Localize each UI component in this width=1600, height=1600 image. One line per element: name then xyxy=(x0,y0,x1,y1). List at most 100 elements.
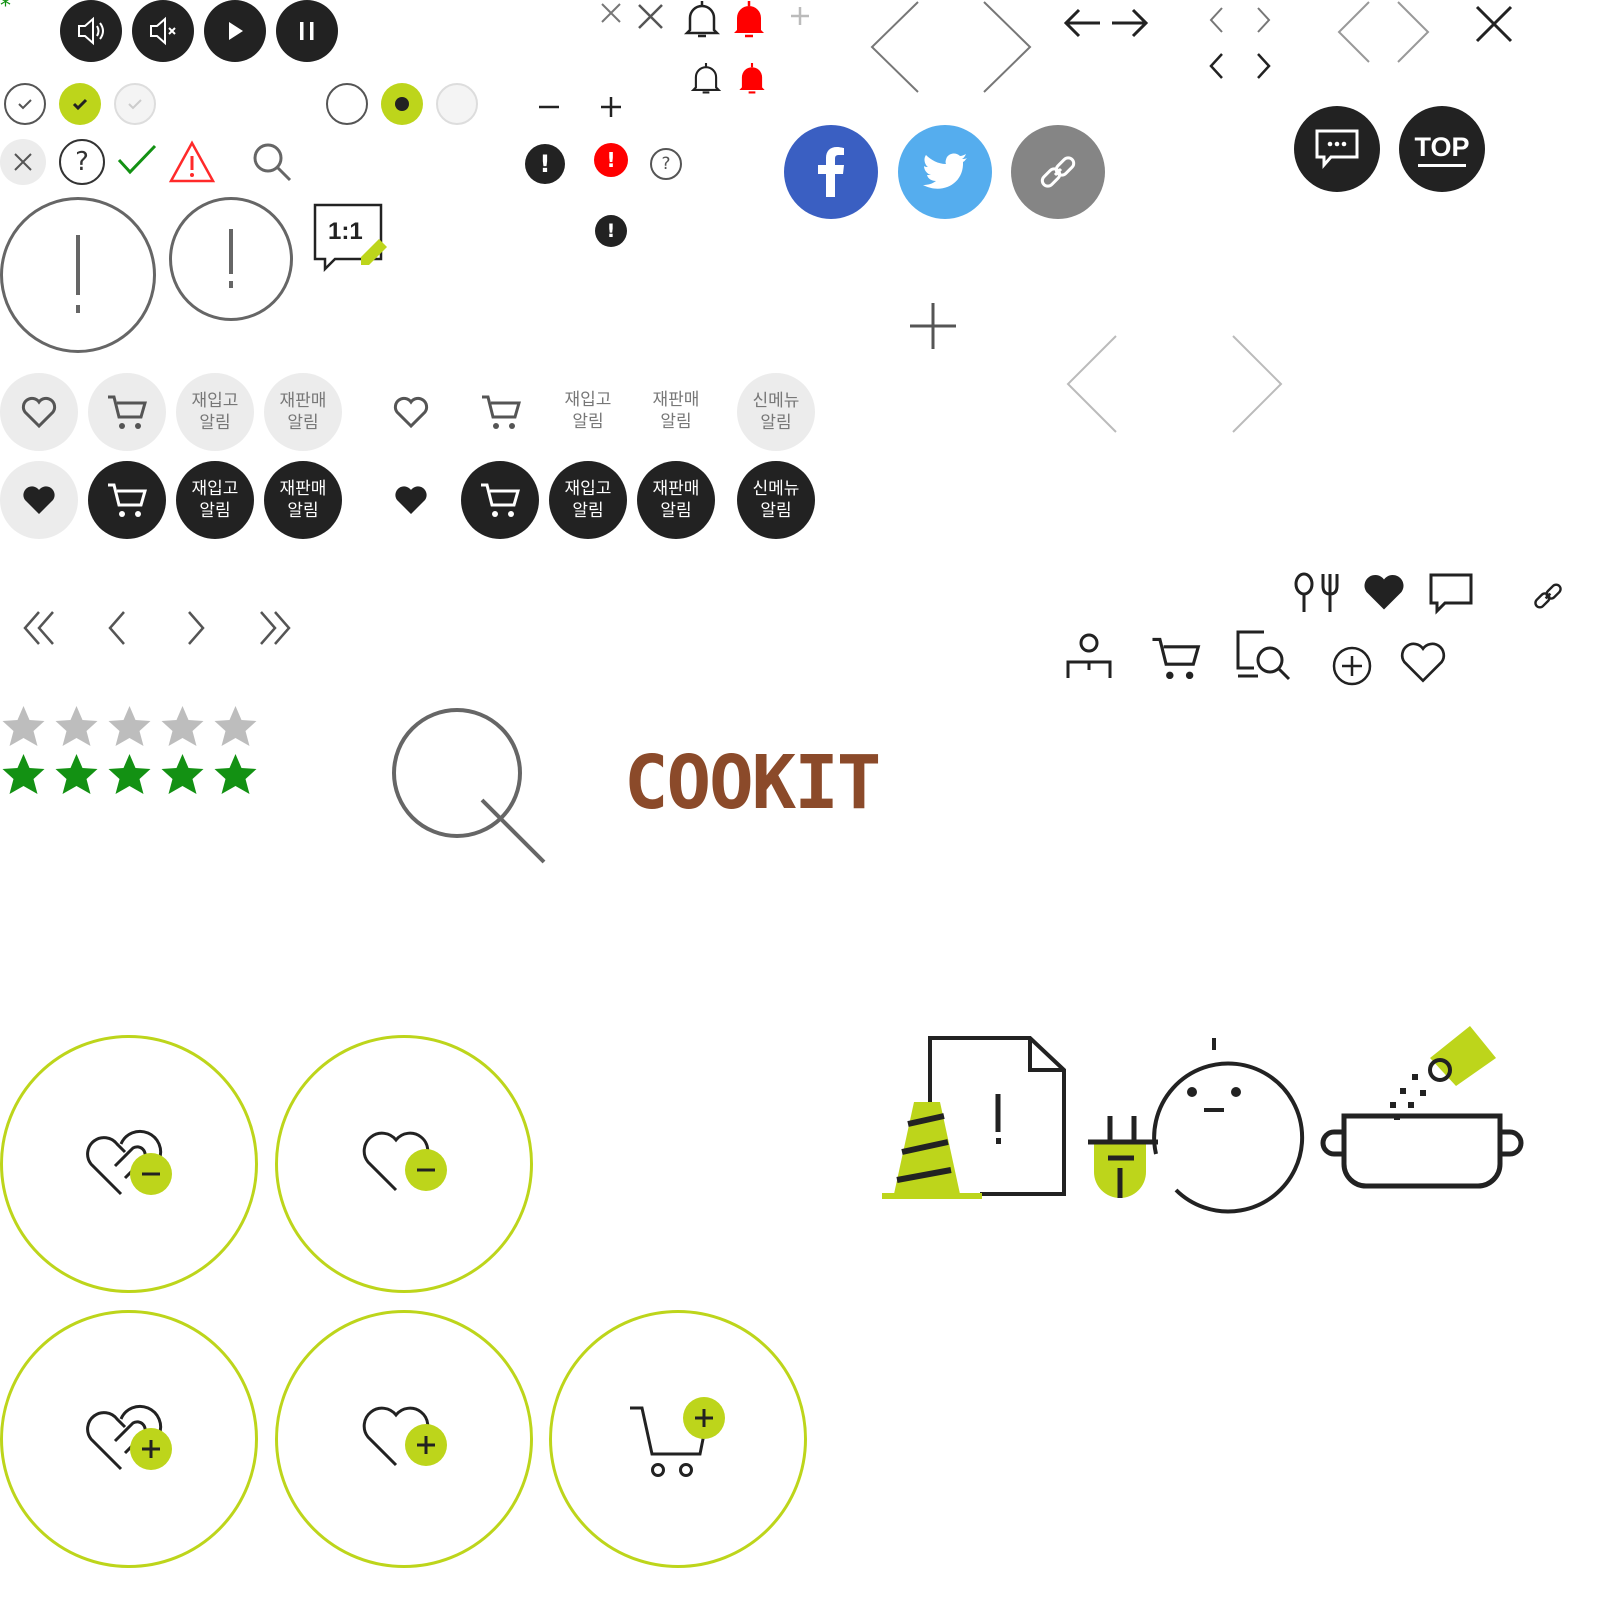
chevron-left-medium-icon[interactable] xyxy=(1335,0,1371,64)
close-icon[interactable] xyxy=(637,3,664,30)
cart-button[interactable] xyxy=(88,373,166,451)
plus-large-icon[interactable] xyxy=(908,301,958,351)
add-circle-icon[interactable] xyxy=(1332,646,1372,686)
question-icon: ? xyxy=(75,147,89,177)
star-empty-icon xyxy=(108,706,151,746)
close-large-icon[interactable] xyxy=(1474,4,1514,44)
chevron-left-light-icon[interactable] xyxy=(1064,334,1118,434)
arrow-left-icon[interactable] xyxy=(1062,6,1102,40)
facebook-share-button[interactable] xyxy=(784,125,878,219)
twitter-icon xyxy=(923,153,967,189)
top-button[interactable]: TOP xyxy=(1399,106,1485,192)
chevron-left-small-icon[interactable] xyxy=(1207,6,1225,34)
wish-add-button[interactable] xyxy=(0,1310,258,1568)
pause-button[interactable] xyxy=(276,0,338,62)
mute-button[interactable] xyxy=(132,0,194,62)
chat-button[interactable] xyxy=(1294,106,1380,192)
check-circle-selected[interactable] xyxy=(59,83,101,125)
chevron-right-small-icon[interactable] xyxy=(1255,6,1273,34)
wish-remove-button[interactable] xyxy=(0,1035,258,1293)
heart-remove-button[interactable] xyxy=(275,1035,533,1293)
bell-filled-icon[interactable] xyxy=(730,0,768,40)
heart-outline-icon[interactable] xyxy=(1399,640,1447,684)
restock-alert-text[interactable]: 재입고 알림 xyxy=(549,389,627,433)
new-menu-alert-button[interactable]: 신메뉴 알림 xyxy=(737,373,815,451)
radio-disabled[interactable] xyxy=(436,83,478,125)
twitter-share-button[interactable] xyxy=(898,125,992,219)
resale-alert-label: 재판매 알림 xyxy=(279,479,327,521)
comment-icon[interactable] xyxy=(1429,573,1473,615)
cart-plus-icon xyxy=(630,1397,725,1477)
question-small-icon[interactable]: ? xyxy=(650,148,682,180)
restock-alert-button[interactable]: 재입고 알림 xyxy=(176,373,254,451)
wish-button-active[interactable] xyxy=(0,461,78,539)
cart-button-active[interactable] xyxy=(88,461,166,539)
arrow-right-icon[interactable] xyxy=(1110,6,1150,40)
cart-add-button[interactable] xyxy=(549,1310,807,1568)
radio-checked[interactable] xyxy=(381,83,423,125)
chat-icon xyxy=(1315,129,1359,169)
star-empty-icon xyxy=(55,706,98,746)
one-to-one-consult-icon[interactable]: 1:1 xyxy=(313,203,393,273)
prev-page-icon[interactable] xyxy=(107,610,127,646)
chevron-right-large-icon[interactable] xyxy=(982,0,1034,94)
chevron-left-large-icon[interactable] xyxy=(868,0,920,94)
resale-alert-button-active[interactable]: 재판매 알림 xyxy=(637,461,715,539)
bell-icon[interactable] xyxy=(690,62,722,96)
heart-plus-icon xyxy=(362,1406,447,1467)
minus-icon[interactable] xyxy=(537,95,561,119)
first-page-icon[interactable] xyxy=(22,610,56,646)
heart-outline-icon[interactable] xyxy=(393,396,429,429)
radio-dot xyxy=(395,97,409,111)
heart-filled-icon xyxy=(23,486,55,514)
heart-filled-icon[interactable] xyxy=(393,484,429,516)
plus-icon[interactable] xyxy=(599,95,623,119)
new-menu-alert-button-active[interactable]: 신메뉴 알림 xyxy=(737,461,815,539)
link-icon[interactable] xyxy=(1532,580,1564,612)
heart-filled-icon[interactable] xyxy=(1361,572,1407,612)
heart-clip-minus-icon xyxy=(86,1129,172,1196)
link-share-button[interactable] xyxy=(1011,125,1105,219)
facebook-icon xyxy=(818,147,844,197)
resale-alert-text[interactable]: 재판매 알림 xyxy=(637,389,715,433)
plus-light-icon[interactable] xyxy=(789,5,811,27)
radio-unchecked[interactable] xyxy=(326,83,368,125)
chevron-left-small-dark-icon[interactable] xyxy=(1207,52,1225,80)
star-empty-icon xyxy=(161,706,204,746)
chevron-right-small-dark-icon[interactable] xyxy=(1255,52,1273,80)
close-small-icon[interactable] xyxy=(600,2,622,24)
resale-alert-button-active[interactable]: 재판매 알림 xyxy=(264,461,342,539)
bell-icon[interactable] xyxy=(683,0,721,40)
chevron-right-medium-icon[interactable] xyxy=(1396,0,1432,64)
user-icon[interactable] xyxy=(1066,632,1112,680)
star-rating-green xyxy=(0,752,259,796)
restock-alert-button-active[interactable]: 재입고 알림 xyxy=(549,461,627,539)
cart-icon[interactable] xyxy=(480,393,522,431)
chevron-right-light-icon[interactable] xyxy=(1231,334,1285,434)
cart-icon[interactable] xyxy=(1150,634,1202,682)
wish-button[interactable] xyxy=(0,373,78,451)
bell-filled-icon[interactable] xyxy=(736,62,768,96)
check-circle-default[interactable] xyxy=(4,83,46,125)
check-icon xyxy=(18,99,32,110)
top-label: TOP xyxy=(1414,131,1470,162)
search-large-icon[interactable] xyxy=(392,708,548,864)
last-page-icon[interactable] xyxy=(258,610,292,646)
next-page-icon[interactable] xyxy=(186,610,206,646)
volume-button[interactable] xyxy=(60,0,122,62)
help-circle[interactable]: ? xyxy=(59,139,105,185)
search-icon[interactable] xyxy=(250,140,294,184)
recipe-search-icon[interactable] xyxy=(1236,630,1292,682)
resale-alert-label: 재판매 알림 xyxy=(279,391,327,433)
cart-button-active[interactable] xyxy=(461,461,539,539)
heart-add-button[interactable] xyxy=(275,1310,533,1568)
check-circle-disabled[interactable] xyxy=(114,83,156,125)
play-button[interactable] xyxy=(204,0,266,62)
error-page-illustration xyxy=(882,1036,1066,1199)
close-circle-button[interactable] xyxy=(0,139,46,185)
alert-circle-large xyxy=(0,197,156,353)
utensils-icon[interactable] xyxy=(1293,572,1341,614)
restock-alert-button-active[interactable]: 재입고 알림 xyxy=(176,461,254,539)
top-underline xyxy=(1418,163,1466,167)
resale-alert-button[interactable]: 재판매 알림 xyxy=(264,373,342,451)
